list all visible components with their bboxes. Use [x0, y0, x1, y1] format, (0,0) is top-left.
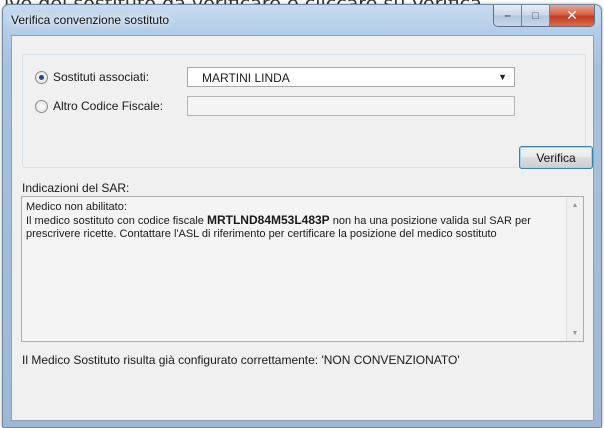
sar-message-line2: Il medico sostituto con codice fiscale M… — [26, 214, 556, 241]
codice-fiscale-value: MRTLND84M53L483P — [206, 213, 330, 227]
close-icon: ✕ — [566, 7, 578, 23]
title-bar[interactable]: Verifica convenzione sostituto – □ ✕ — [3, 5, 601, 35]
chevron-down-icon[interactable]: ▼ — [498, 72, 507, 82]
window-title: Verifica convenzione sostituto — [11, 13, 170, 27]
sostituto-selection-group: Sostituti associati: MARTINI LINDA ▼ Alt… — [22, 54, 593, 169]
radio-selected-dot-icon — [39, 74, 44, 80]
minimize-button[interactable]: – — [494, 5, 522, 26]
window-controls: – □ ✕ — [493, 5, 595, 27]
maximize-button[interactable]: □ — [522, 5, 550, 26]
dialog-window: Verifica convenzione sostituto – □ ✕ Sos… — [2, 4, 602, 428]
sostituto-dropdown[interactable]: MARTINI LINDA ▼ — [187, 67, 515, 87]
scroll-down-icon[interactable]: ▼ — [567, 325, 583, 341]
codice-fiscale-input[interactable] — [187, 96, 515, 116]
vertical-scrollbar[interactable]: ▲ ▼ — [566, 197, 583, 341]
radio-altro-cf-label[interactable]: Altro Codice Fiscale: — [53, 99, 163, 113]
scroll-up-icon[interactable]: ▲ — [567, 197, 583, 213]
radio-altro-cf[interactable] — [35, 99, 48, 113]
maximize-icon: □ — [532, 9, 539, 22]
sar-message-prefix: Il medico sostituto con codice fiscale — [26, 215, 207, 227]
sar-messages-area[interactable]: Medico non abilitato: Il medico sostitut… — [21, 196, 584, 342]
radio-row-altro-cf[interactable]: Altro Codice Fiscale: — [35, 99, 163, 113]
radio-associati[interactable] — [35, 70, 48, 84]
sar-message-text: Medico non abilitato: Il medico sostitut… — [26, 201, 556, 241]
sar-section-label: Indicazioni del SAR: — [22, 181, 130, 195]
configuration-status-text: Il Medico Sostituto risulta già configur… — [22, 353, 460, 367]
radio-row-associati[interactable]: Sostituti associati: — [35, 70, 149, 84]
minimize-icon: – — [504, 9, 511, 22]
sostituto-dropdown-value: MARTINI LINDA — [202, 71, 290, 85]
dialog-body: Sostituti associati: MARTINI LINDA ▼ Alt… — [11, 35, 594, 421]
verifica-button[interactable]: Verifica — [519, 146, 593, 169]
close-button[interactable]: ✕ — [550, 5, 594, 26]
radio-associati-label[interactable]: Sostituti associati: — [53, 70, 149, 84]
